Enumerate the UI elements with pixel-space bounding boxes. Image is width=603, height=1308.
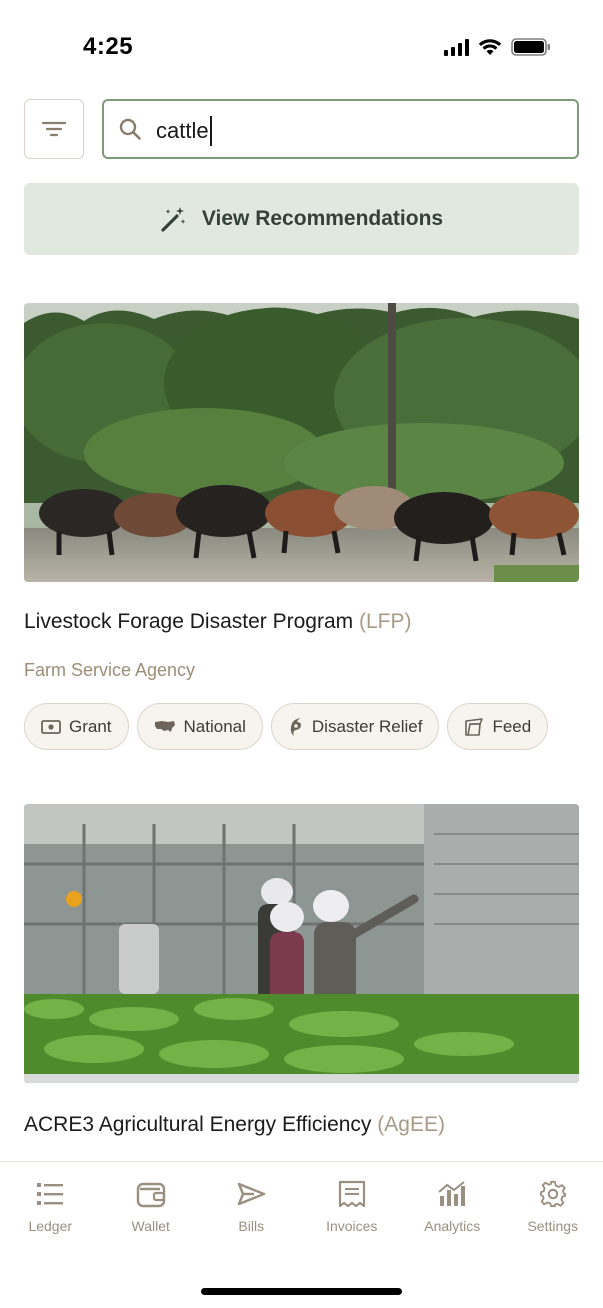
tab-label: Settings — [527, 1218, 579, 1234]
card-agency: Farm Service Agency — [24, 660, 196, 680]
tab-bar: Ledger Wallet Bills Invoices Analytics S… — [0, 1161, 603, 1308]
card-image-cattle — [24, 303, 579, 582]
tab-wallet[interactable]: Wallet — [101, 1180, 201, 1234]
status-bar: 4:25 — [0, 0, 603, 90]
tag-list: Grant National Disaster Relief Feed — [24, 703, 579, 750]
tag-label: Feed — [492, 716, 532, 736]
filter-button[interactable] — [24, 99, 84, 159]
feed-icon — [465, 717, 484, 736]
card-title-text: Livestock Forage Disaster Program — [24, 610, 354, 633]
tag-feed[interactable]: Feed — [447, 703, 549, 750]
cattle-photo — [24, 303, 579, 582]
search-input[interactable]: cattle — [102, 99, 579, 159]
status-icons — [444, 38, 551, 56]
tab-settings[interactable]: Settings — [503, 1180, 603, 1234]
invoice-icon — [338, 1180, 365, 1208]
money-icon — [41, 719, 61, 734]
tag-disaster-relief[interactable]: Disaster Relief — [270, 703, 440, 750]
tab-analytics[interactable]: Analytics — [402, 1180, 502, 1234]
hurricane-icon — [290, 717, 301, 736]
magic-wand-icon — [161, 207, 186, 232]
tab-invoices[interactable]: Invoices — [302, 1180, 402, 1234]
tag-label: National — [183, 716, 246, 736]
search-icon — [119, 118, 141, 140]
program-card[interactable]: ACRE3 Agricultural Energy Efficiency (Ag… — [24, 804, 579, 1137]
status-time: 4:25 — [83, 33, 134, 60]
tag-label: Grant — [69, 716, 112, 736]
gear-icon — [539, 1180, 566, 1208]
tag-label: Disaster Relief — [311, 716, 423, 736]
tag-national[interactable]: National — [136, 703, 263, 750]
tab-label: Ledger — [28, 1218, 73, 1234]
analytics-icon — [438, 1181, 466, 1206]
us-map-icon — [154, 720, 175, 732]
program-card[interactable]: Livestock Forage Disaster Program (LFP) … — [24, 303, 579, 750]
card-title: Livestock Forage Disaster Program (LFP) — [24, 610, 579, 634]
tab-label: Wallet — [131, 1218, 170, 1234]
tab-label: Invoices — [326, 1218, 378, 1234]
search-value: cattle — [156, 116, 212, 146]
card-title: ACRE3 Agricultural Energy Efficiency (Ag… — [24, 1113, 579, 1137]
tab-ledger[interactable]: Ledger — [0, 1180, 100, 1234]
tab-label: Bills — [238, 1218, 265, 1234]
card-acronym: (AgEE) — [377, 1113, 445, 1136]
search-row: cattle — [24, 99, 579, 159]
greenhouse-photo — [24, 804, 579, 1083]
wifi-icon — [478, 39, 502, 55]
cellular-signal-icon — [444, 38, 469, 56]
search-text: cattle — [156, 118, 209, 143]
tag-grant[interactable]: Grant — [24, 703, 129, 750]
wallet-icon — [136, 1182, 165, 1208]
card-title-text: ACRE3 Agricultural Energy Efficiency — [24, 1113, 372, 1136]
card-image-greenhouse — [24, 804, 579, 1083]
battery-icon — [511, 38, 550, 56]
home-indicator — [201, 1288, 402, 1295]
send-icon — [238, 1182, 266, 1206]
view-recommendations-button[interactable]: View Recommendations — [24, 183, 579, 255]
text-caret — [209, 116, 212, 146]
recommendations-label: View Recommendations — [201, 207, 444, 230]
tab-bills[interactable]: Bills — [201, 1180, 301, 1234]
ledger-icon — [37, 1183, 64, 1205]
tab-label: Analytics — [424, 1218, 481, 1234]
card-acronym: (LFP) — [358, 610, 412, 633]
filter-icon — [41, 121, 67, 137]
